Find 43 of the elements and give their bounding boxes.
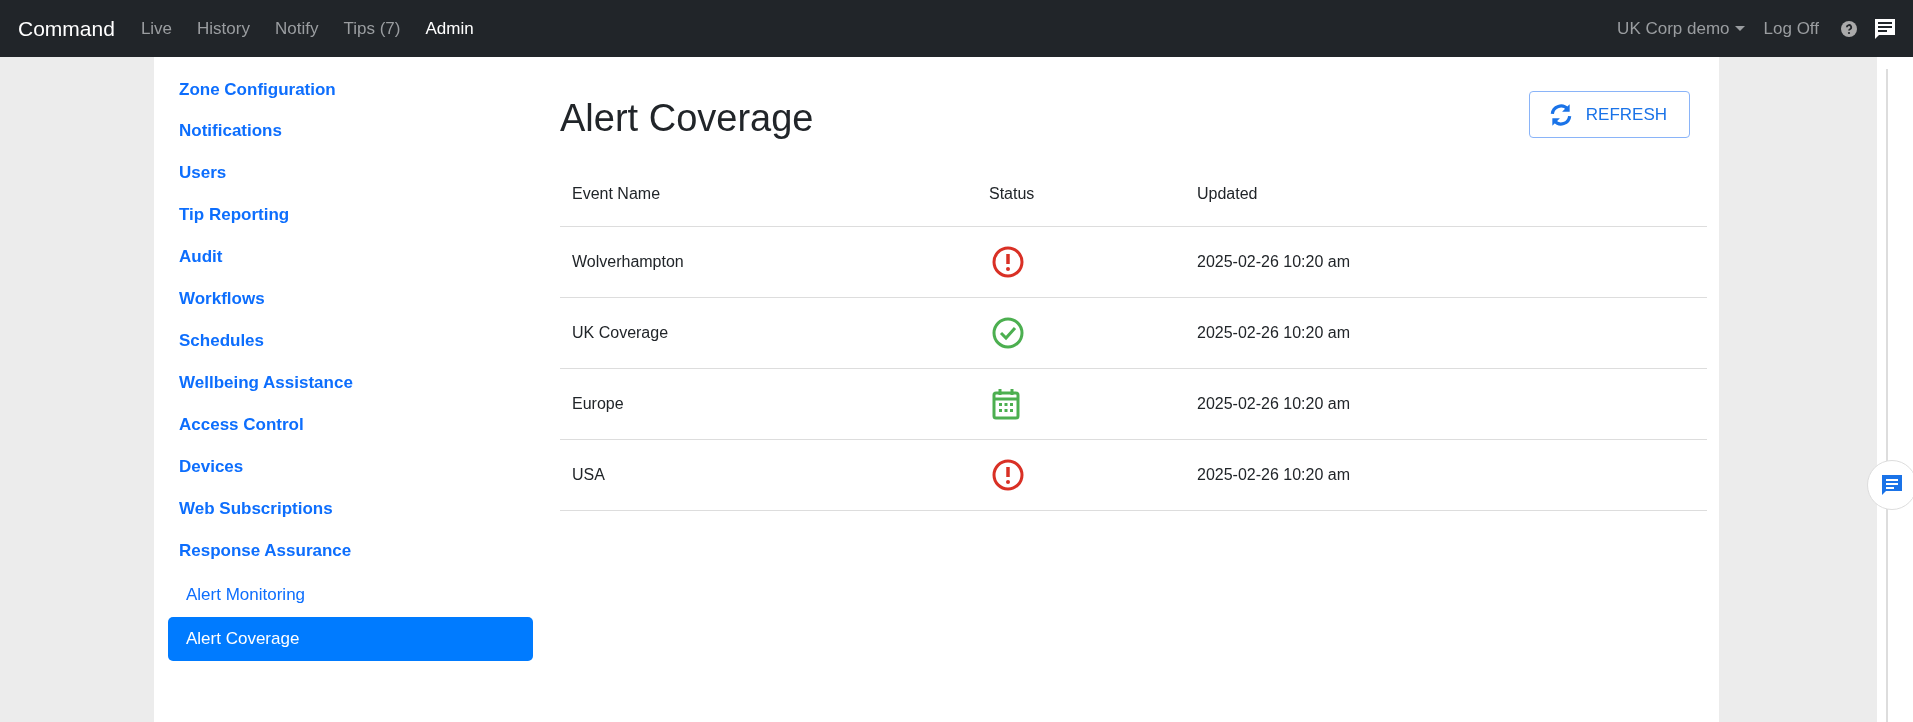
brand-name[interactable]: Command: [18, 16, 115, 41]
column-header: Status: [977, 162, 1185, 227]
check-circle-icon: [992, 317, 1024, 349]
nav-link[interactable]: Tips (7): [343, 18, 401, 39]
table-cell: 2025-02-26 10:20 am: [1185, 226, 1708, 298]
sidebar-item[interactable]: Devices: [168, 445, 533, 489]
calendar-icon: [992, 388, 1020, 420]
log-off-link[interactable]: Log Off: [1763, 18, 1819, 39]
alert-icon: [992, 459, 1024, 491]
table-cell: 2025-02-26 10:20 am: [1185, 368, 1708, 440]
nav-link[interactable]: Notify: [274, 18, 319, 39]
table-cell: Wolverhampton: [560, 226, 977, 298]
column-header: Event Name: [560, 162, 977, 227]
chat-button[interactable]: [1867, 460, 1913, 510]
sidebar-item[interactable]: Audit: [168, 235, 533, 279]
sidebar-item[interactable]: Tip Reporting: [168, 193, 533, 237]
sidebar-item[interactable]: Workflows: [168, 277, 533, 321]
sidebar-item[interactable]: Notifications: [168, 109, 533, 153]
sidebar-item[interactable]: Schedules: [168, 319, 533, 363]
table-cell: USA: [560, 439, 977, 511]
table-cell: 2025-02-26 10:20 am: [1185, 439, 1708, 511]
chat-icon: [1880, 473, 1905, 497]
sidebar-subitem[interactable]: Alert Monitoring: [168, 573, 533, 617]
table-cell: Europe: [560, 368, 977, 440]
help-icon[interactable]: [1841, 20, 1857, 37]
alert-icon: [992, 246, 1024, 278]
nav-link[interactable]: Live: [140, 18, 173, 39]
column-header: Updated: [1185, 162, 1708, 227]
chat-icon[interactable]: [1873, 16, 1897, 41]
sidebar-item[interactable]: Wellbeing Assistance: [168, 361, 533, 405]
page-title: Alert Coverage: [560, 96, 814, 140]
sidebar-item[interactable]: Users: [168, 151, 533, 195]
sidebar-item[interactable]: Web Subscriptions: [168, 487, 533, 531]
sidebar-item[interactable]: Access Control: [168, 403, 533, 447]
sidebar-item[interactable]: Zone Configuration: [168, 69, 533, 111]
refresh-button[interactable]: REFRESH: [1528, 91, 1691, 138]
sidebar-item[interactable]: Response Assurance: [168, 529, 533, 573]
sidebar-subitem[interactable]: Alert Coverage: [168, 617, 533, 661]
nav-link[interactable]: Admin: [425, 18, 474, 39]
account-dropdown[interactable]: UK Corp demo: [1617, 18, 1745, 39]
table-cell: 2025-02-26 10:20 am: [1185, 297, 1708, 369]
table-cell: UK Coverage: [560, 297, 977, 369]
nav-link[interactable]: History: [197, 18, 250, 39]
